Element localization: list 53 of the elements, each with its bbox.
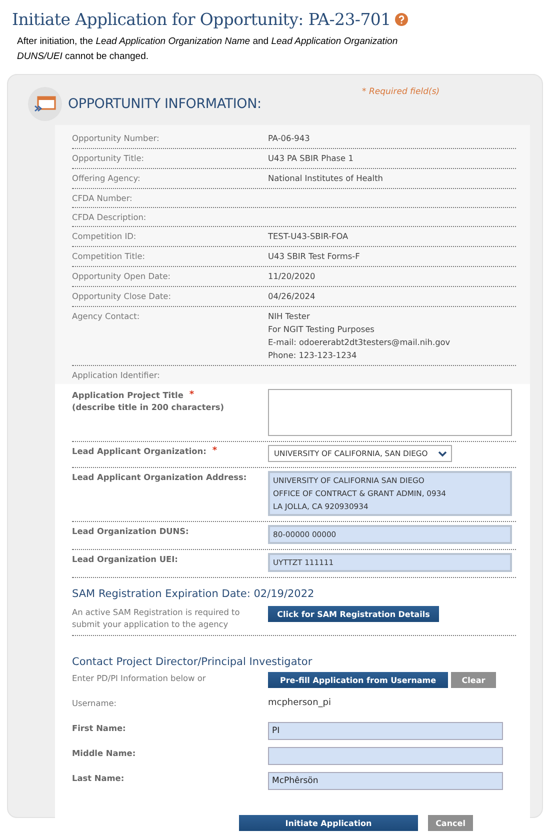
field-label: Agency Contact:	[72, 310, 141, 323]
section-heading: OPPORTUNITY INFORMATION:	[68, 96, 262, 112]
required-mark: *	[189, 389, 194, 401]
field-label: Middle Name:	[72, 747, 137, 759]
section-heading: SAM Registration Expiration Date: 02/19/2022	[72, 588, 316, 600]
field-value: Phone: 123-123-1234	[268, 349, 358, 362]
field-value: 11/20/2020	[268, 270, 316, 283]
field-value: E-mail: odoererabt2dt3testers@mail.nih.gov	[268, 336, 452, 349]
field-value: TEST-U43-SBIR-FOA	[268, 230, 350, 243]
field-label: Competition ID:	[72, 230, 138, 243]
required-note: * Required field(s)	[362, 87, 440, 97]
field-value: NIH Tester	[268, 310, 311, 323]
field-hint: (describe title in 200 characters)	[72, 401, 226, 413]
field-value: 04/26/2024	[268, 290, 316, 303]
initiate-button[interactable]: Initiate Application	[239, 815, 418, 831]
field-label: Lead Applicant Organization Address:	[72, 471, 247, 483]
field-value: For NGIT Testing Purposes	[268, 323, 376, 336]
help-icon[interactable]	[394, 13, 408, 26]
field-label: Lead Organization UEI:	[72, 553, 178, 565]
field-label: Opportunity Title:	[72, 152, 146, 165]
input-field[interactable]: PI	[268, 722, 503, 740]
field-label: CFDA Number:	[72, 192, 134, 204]
section-heading: Contact Project Director/Principal Investigator	[72, 656, 314, 668]
field-label: Opportunity Number:	[72, 132, 160, 145]
field-label: Lead Applicant Organization:	[72, 445, 206, 457]
field-label: Competition Title:	[72, 250, 146, 263]
field-label: Opportunity Open Date:	[72, 270, 172, 283]
field-label: CFDA Description:	[72, 211, 148, 223]
required-mark: *	[212, 445, 218, 457]
field-label: Lead Organization DUNS:	[72, 525, 189, 537]
field-value: PA-06-943	[268, 132, 311, 145]
sam-details-button[interactable]: Click for SAM Registration Details	[268, 606, 439, 622]
field-label: Last Name:	[72, 772, 126, 784]
input-field[interactable]	[268, 747, 503, 765]
input-field[interactable]: McPhêrsön	[268, 772, 503, 790]
window-icon	[28, 87, 62, 121]
field-label: Offering Agency:	[72, 172, 142, 185]
page-title: Initiate Application for Opportunity: PA-23-701	[12, 10, 391, 29]
field-value: U43 PA SBIR Phase 1	[268, 152, 354, 165]
chevron-icon	[438, 450, 447, 456]
instruction-text: After initiation, the Lead Application Organization Name and Lead Application Organization DUNS/UEI cannot be changed.	[17, 35, 399, 64]
field-label: Opportunity Close Date:	[72, 290, 172, 303]
field-value: mcpherson_pi	[268, 697, 332, 709]
text-area[interactable]	[268, 389, 512, 436]
prefill-button[interactable]: Pre-fill Application from Username	[268, 672, 448, 688]
field-value: U43 SBIR Test Forms-F	[268, 250, 361, 263]
field-label: Username:	[72, 697, 118, 709]
field-label: Application Project Title	[72, 389, 184, 401]
info-text: An active SAM Registration is required to submit your application to the agency	[72, 606, 241, 630]
info-text: Enter PD/PI Information below or	[72, 672, 207, 684]
field-label: First Name:	[72, 722, 127, 734]
field-value: National Institutes of Health	[268, 172, 384, 185]
field-label: Application Identifier:	[72, 369, 161, 381]
